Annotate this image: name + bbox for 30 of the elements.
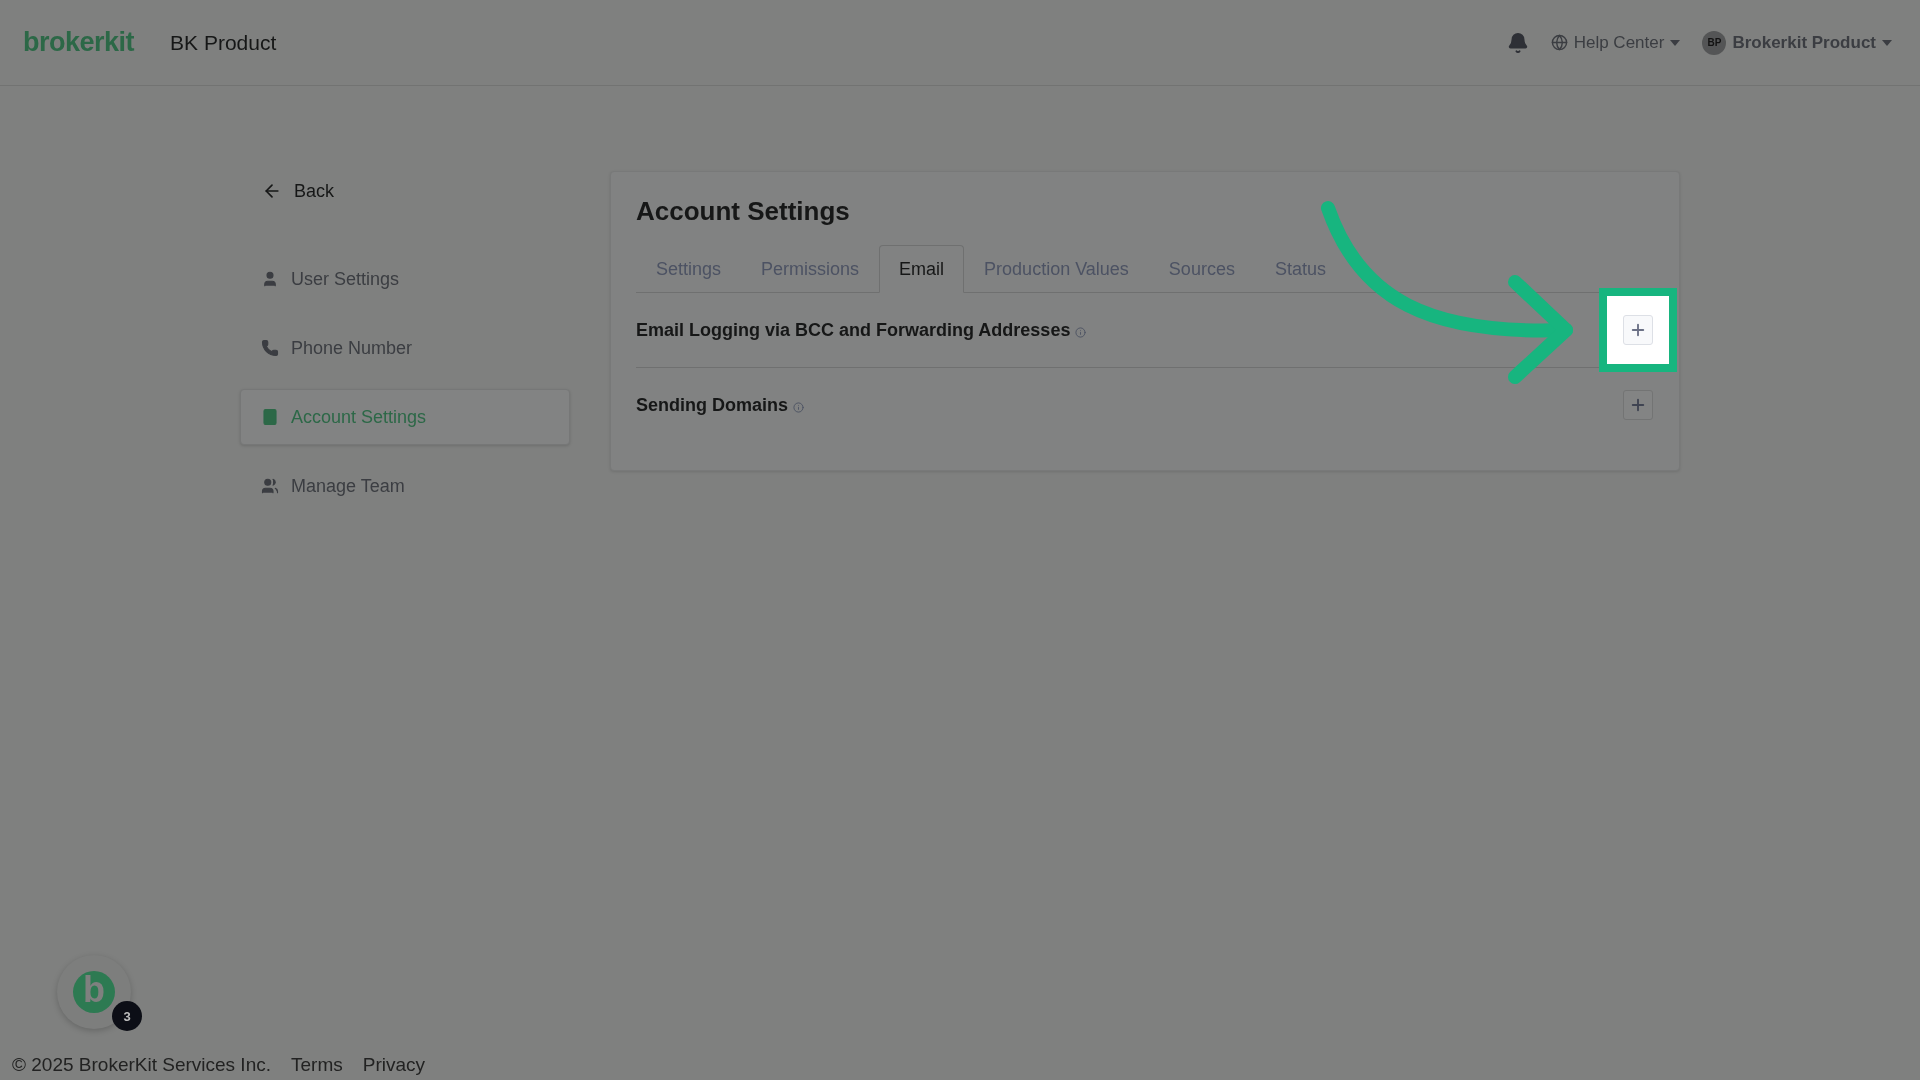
user-menu[interactable]: Brokerkit Product: [1732, 32, 1876, 53]
user-avatar[interactable]: BP: [1702, 30, 1727, 55]
info-icon: [793, 401, 804, 413]
caret-icon: [1882, 39, 1892, 46]
sidebar-item[interactable]: Manage Team: [240, 458, 570, 514]
notification-badge: 3: [112, 1001, 142, 1031]
people-icon: [261, 477, 279, 495]
help-center-menu[interactable]: Help Center: [1573, 32, 1665, 53]
section-title: Sending Domains: [636, 394, 788, 416]
add-button[interactable]: [1623, 390, 1653, 420]
plus-icon: [1629, 396, 1647, 414]
sidebar-item[interactable]: Account Settings: [240, 389, 570, 445]
user-icon: [261, 270, 279, 288]
phone-icon: [261, 339, 279, 357]
bell-icon[interactable]: [1506, 31, 1529, 54]
sidebar-item[interactable]: Phone Number: [240, 320, 570, 376]
plus-icon: [1629, 321, 1647, 339]
footer-link[interactable]: Terms: [291, 1054, 343, 1076]
section-title: Email Logging via BCC and Forwarding Addresses: [636, 319, 1071, 341]
caret-icon: [1670, 39, 1681, 46]
footer-link[interactable]: Privacy: [362, 1054, 426, 1076]
sidebar-item[interactable]: User Settings: [240, 251, 570, 307]
back-link[interactable]: Back: [240, 171, 570, 211]
logo[interactable]: brokerkit: [23, 27, 135, 58]
info-icon: [1075, 326, 1087, 338]
globe-icon: [1550, 34, 1568, 51]
card-title: Account Settings: [636, 196, 851, 227]
product-name: BK Product: [170, 30, 277, 55]
copyright-text: © 2025 BrokerKit Services Inc.: [12, 1054, 271, 1076]
tab[interactable]: Email: [879, 245, 965, 293]
